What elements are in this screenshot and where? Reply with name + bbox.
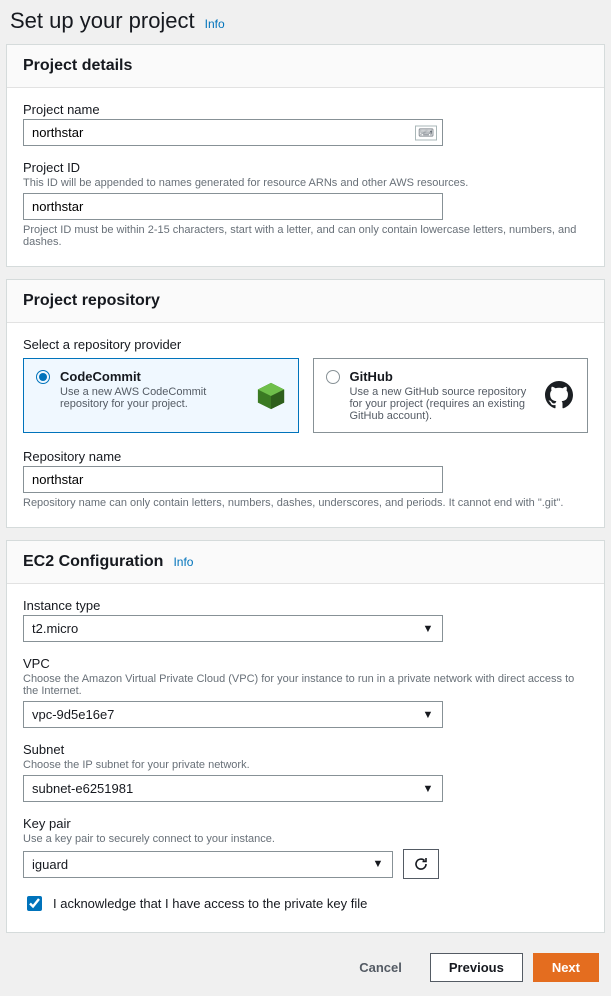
vpc-help: Choose the Amazon Virtual Private Cloud …: [23, 673, 588, 697]
keypair-label: Key pair: [23, 816, 588, 831]
page-title: Set up your project: [10, 8, 195, 34]
keypair-select[interactable]: iguard ▼: [23, 851, 393, 878]
repo-name-field: Repository name Repository name can only…: [23, 449, 588, 509]
keypair-ack-checkbox[interactable]: [27, 896, 42, 911]
next-button[interactable]: Next: [533, 953, 599, 982]
subnet-label: Subnet: [23, 742, 588, 757]
project-id-constraint: Project ID must be within 2-15 character…: [23, 224, 588, 248]
vpc-label: VPC: [23, 656, 588, 671]
chevron-down-icon: ▼: [414, 783, 442, 795]
radio-icon: [326, 370, 340, 384]
project-name-label: Project name: [23, 102, 588, 117]
ec2-config-title: EC2 Configuration: [23, 553, 163, 571]
keypair-help: Use a key pair to securely connect to yo…: [23, 833, 588, 845]
instance-type-select[interactable]: t2.micro ▼: [23, 615, 443, 642]
cancel-button[interactable]: Cancel: [341, 953, 420, 982]
radio-icon: [36, 370, 50, 384]
vpc-select[interactable]: vpc-9d5e16e7 ▼: [23, 701, 443, 728]
vpc-value: vpc-9d5e16e7: [24, 702, 414, 727]
autofill-icon: ⌨: [415, 125, 437, 140]
project-details-header: Project details: [7, 45, 604, 88]
project-id-label: Project ID: [23, 160, 588, 175]
wizard-footer: Cancel Previous Next: [6, 945, 605, 982]
page-info-link[interactable]: Info: [205, 17, 225, 31]
instance-type-field: Instance type t2.micro ▼: [23, 598, 588, 642]
keypair-refresh-button[interactable]: [403, 849, 439, 879]
subnet-select[interactable]: subnet-e6251981 ▼: [23, 775, 443, 802]
previous-button[interactable]: Previous: [430, 953, 523, 982]
ec2-config-header: EC2 Configuration Info: [7, 541, 604, 584]
subnet-help: Choose the IP subnet for your private ne…: [23, 759, 588, 771]
subnet-value: subnet-e6251981: [24, 776, 414, 801]
chevron-down-icon: ▼: [364, 858, 392, 870]
project-id-help: This ID will be appended to names genera…: [23, 177, 588, 189]
ec2-config-panel: EC2 Configuration Info Instance type t2.…: [6, 540, 605, 933]
subnet-field: Subnet Choose the IP subnet for your pri…: [23, 742, 588, 802]
project-repository-header: Project repository: [7, 280, 604, 323]
repo-option-codecommit[interactable]: CodeCommit Use a new AWS CodeCommit repo…: [23, 358, 299, 433]
chevron-down-icon: ▼: [414, 623, 442, 635]
project-repository-title: Project repository: [23, 292, 588, 310]
repo-provider-label: Select a repository provider: [23, 337, 588, 352]
project-name-field: Project name ⌨: [23, 102, 588, 146]
github-desc: Use a new GitHub source repository for y…: [350, 386, 536, 422]
codecommit-title: CodeCommit: [60, 369, 246, 384]
repo-name-label: Repository name: [23, 449, 588, 464]
github-title: GitHub: [350, 369, 536, 384]
codecommit-desc: Use a new AWS CodeCommit repository for …: [60, 386, 246, 410]
page-header: Set up your project Info: [10, 8, 605, 34]
project-repository-panel: Project repository Select a repository p…: [6, 279, 605, 528]
repo-option-github[interactable]: GitHub Use a new GitHub source repositor…: [313, 358, 589, 433]
github-icon: [545, 381, 575, 411]
codecommit-icon: [256, 381, 286, 411]
refresh-icon: [413, 856, 429, 872]
project-id-field: Project ID This ID will be appended to n…: [23, 160, 588, 248]
project-name-input[interactable]: [23, 119, 443, 146]
keypair-value: iguard: [24, 852, 364, 877]
chevron-down-icon: ▼: [414, 709, 442, 721]
keypair-ack-label: I acknowledge that I have access to the …: [53, 896, 367, 911]
project-details-title: Project details: [23, 57, 588, 75]
keypair-ack-row[interactable]: I acknowledge that I have access to the …: [23, 893, 588, 914]
project-details-panel: Project details Project name ⌨ Project I…: [6, 44, 605, 267]
vpc-field: VPC Choose the Amazon Virtual Private Cl…: [23, 656, 588, 728]
instance-type-label: Instance type: [23, 598, 588, 613]
repo-name-constraint: Repository name can only contain letters…: [23, 497, 588, 509]
keypair-field: Key pair Use a key pair to securely conn…: [23, 816, 588, 879]
instance-type-value: t2.micro: [24, 616, 414, 641]
ec2-info-link[interactable]: Info: [173, 555, 193, 569]
project-id-input[interactable]: [23, 193, 443, 220]
repo-name-input[interactable]: [23, 466, 443, 493]
